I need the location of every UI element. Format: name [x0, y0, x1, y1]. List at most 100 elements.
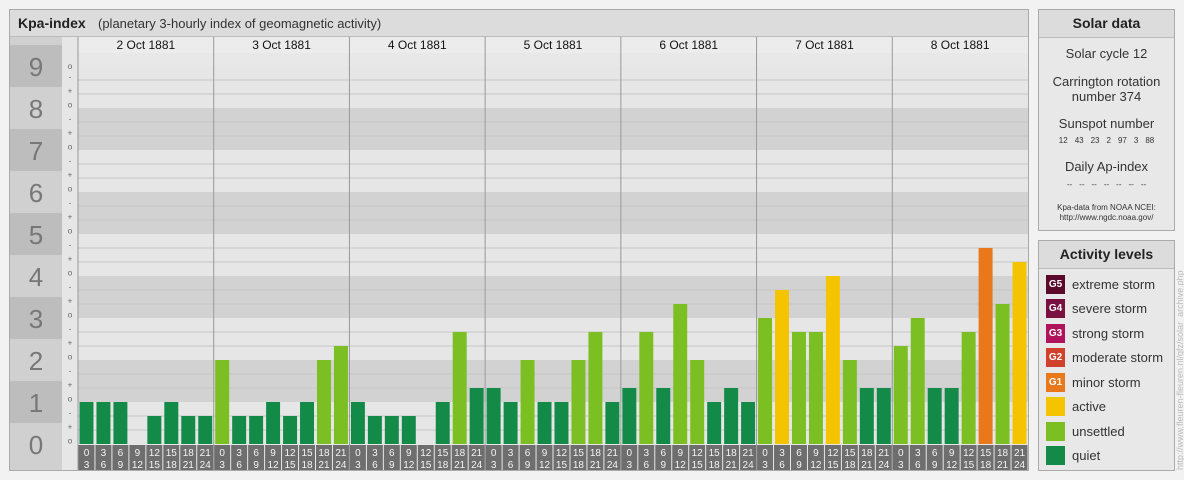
x-tick-start: 21 — [1014, 448, 1026, 459]
y-subtick-label: + — [68, 381, 73, 390]
x-tick-end: 24 — [743, 460, 755, 470]
kp-bar — [605, 402, 620, 444]
kp-bar — [961, 331, 976, 444]
ap-value: -- — [1140, 180, 1147, 189]
y-tick-label: 0 — [29, 430, 43, 460]
legend-swatch: G2 — [1046, 347, 1065, 367]
x-tick-end: 24 — [878, 460, 890, 470]
x-tick-start: 12 — [284, 448, 296, 459]
x-tick-start: 0 — [355, 448, 361, 459]
legend-item-minor-storm: G1 minor storm — [1046, 372, 1141, 392]
x-tick-end: 18 — [166, 460, 178, 470]
ap-value: -- — [1128, 180, 1134, 189]
kp-bar — [842, 360, 857, 444]
x-tick-end: 21 — [726, 460, 738, 470]
carrington-rotation-line2: number 374 — [1071, 89, 1142, 104]
chart-title-bar: Kpa-index (planetary 3-hourly index of g… — [10, 10, 1028, 37]
x-tick-end: 15 — [149, 460, 161, 470]
solar-data-panel: Solar data Solar cycle 12 Carrington rot… — [1038, 9, 1175, 231]
day-label: 5 Oct 1881 — [524, 38, 583, 52]
y-subtick-label: + — [68, 255, 73, 264]
legend-swatch — [1046, 445, 1065, 465]
y-subtick-label: + — [68, 423, 73, 432]
x-tick-start: 15 — [980, 448, 992, 459]
y-subtick-label: + — [68, 213, 73, 222]
day-label: 3 Oct 1881 — [252, 38, 311, 52]
kp-bar — [435, 402, 450, 444]
x-tick-end: 3 — [762, 460, 768, 470]
kp-bar — [554, 402, 569, 444]
x-tick-start: 12 — [692, 448, 704, 459]
solar-data-title: Solar data — [1039, 10, 1174, 38]
activity-levels-panel: Activity levels G5 extreme storm G4 seve… — [1038, 240, 1175, 471]
legend-item-severe-storm: G4 severe storm — [1046, 298, 1147, 318]
kp-band — [78, 150, 1028, 192]
sunspot-value: 88 — [1145, 136, 1155, 145]
kp-band — [78, 318, 1028, 360]
solar-cycle: Solar cycle 12 — [1065, 46, 1148, 61]
kp-bar — [537, 402, 552, 444]
ap-value: -- — [1116, 180, 1122, 189]
x-tick-start: 0 — [627, 448, 633, 459]
y-tick-label: 8 — [29, 94, 43, 124]
x-tick-end: 21 — [183, 460, 195, 470]
legend-item-strong-storm: G3 strong storm — [1046, 323, 1144, 343]
legend-swatch: G3 — [1046, 323, 1065, 343]
kp-bar — [673, 304, 688, 444]
x-tick-end: 24 — [335, 460, 347, 470]
sunspot-value: 12 — [1058, 136, 1068, 145]
y-subtick-label: - — [69, 157, 72, 166]
x-tick-start: 0 — [219, 448, 225, 459]
kp-band — [78, 276, 1028, 318]
kp-bar — [300, 402, 314, 444]
x-tick-start: 18 — [318, 448, 330, 459]
legend-label: extreme storm — [1072, 276, 1156, 292]
day-label: 8 Oct 1881 — [931, 38, 990, 52]
legend-label: quiet — [1072, 447, 1101, 463]
kp-bar — [350, 402, 365, 444]
x-tick-start: 6 — [118, 448, 124, 459]
x-tick-start: 9 — [542, 448, 548, 459]
x-tick-start: 6 — [660, 448, 666, 459]
x-tick-end: 24 — [1014, 460, 1026, 470]
legend-swatch: G1 — [1046, 372, 1065, 392]
kp-bar — [232, 415, 247, 444]
x-tick-end: 21 — [590, 460, 602, 470]
kp-band — [78, 192, 1028, 234]
kp-bar — [333, 346, 348, 444]
kp-bar — [384, 415, 399, 444]
x-tick-start: 0 — [491, 448, 497, 459]
source-watermark[interactable]: http://www.fleuren-fleuren.nl/gfz/solar_… — [1175, 270, 1184, 470]
x-tick-start: 6 — [932, 448, 938, 459]
data-source-link[interactable]: http://www.ngdc.noaa.gov/ — [1039, 213, 1174, 223]
x-tick-start: 15 — [166, 448, 178, 459]
y-subtick-label: o — [68, 185, 73, 194]
x-tick-start: 18 — [454, 448, 466, 459]
kp-bar — [249, 415, 264, 444]
legend-item-unsettled: unsettled — [1046, 421, 1125, 441]
legend-swatch — [1046, 421, 1065, 441]
x-tick-end: 9 — [118, 460, 124, 470]
kp-bar — [198, 415, 213, 444]
y-subtick-label: o — [68, 353, 73, 362]
x-tick-end: 21 — [997, 460, 1009, 470]
x-tick-start: 0 — [762, 448, 768, 459]
day-label: 4 Oct 1881 — [388, 38, 447, 52]
kp-bar — [181, 415, 196, 444]
kp-bar — [469, 388, 484, 444]
kp-bar — [317, 360, 331, 444]
kp-bar — [113, 402, 128, 444]
x-tick-end: 6 — [101, 460, 107, 470]
kp-bar — [283, 415, 298, 444]
x-tick-end: 12 — [675, 460, 687, 470]
kp-bar — [79, 402, 94, 444]
kp-bar — [656, 388, 671, 444]
x-tick-start: 12 — [963, 448, 975, 459]
x-tick-start: 3 — [779, 448, 785, 459]
x-tick-end: 9 — [525, 460, 531, 470]
y-tick-label: 4 — [29, 262, 43, 292]
sunspot-value: 43 — [1074, 136, 1084, 145]
legend-label: severe storm — [1072, 300, 1148, 316]
ap-value: -- — [1103, 180, 1110, 189]
legend-item-extreme-storm: G5 extreme storm — [1046, 274, 1155, 294]
